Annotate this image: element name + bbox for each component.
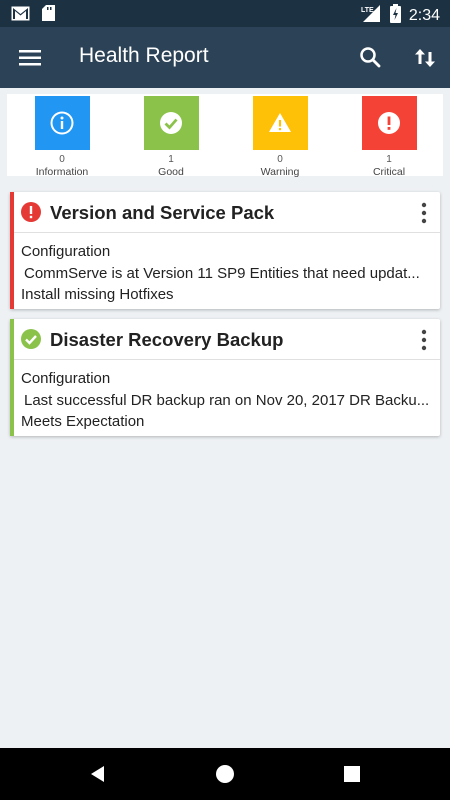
search-icon	[360, 47, 381, 68]
card-body: Configuration CommServe is at Version 11…	[21, 233, 440, 306]
summary-label: Good	[158, 166, 184, 178]
menu-button[interactable]	[17, 44, 45, 72]
more-vert-icon	[421, 202, 427, 224]
status-bar: LTE 2:34	[0, 0, 450, 27]
sort-button[interactable]	[412, 44, 438, 72]
card-detail: CommServe is at Version 11 SP9 Entities …	[24, 264, 420, 282]
summary-label: Information	[35, 166, 89, 178]
health-card[interactable]: Version and Service Pack Configuration C…	[10, 192, 440, 309]
summary-information[interactable]: 0 Information	[26, 96, 98, 178]
home-button[interactable]	[215, 764, 235, 784]
back-button[interactable]	[88, 764, 108, 784]
card-title: Disaster Recovery Backup	[50, 329, 284, 350]
health-summary: 0 Information 1 Good 0 Warning 1 Critica…	[7, 94, 443, 178]
search-button[interactable]	[358, 45, 384, 71]
gmail-icon	[11, 6, 30, 26]
summary-count: 1	[386, 154, 392, 165]
clock: 2:34	[408, 6, 440, 24]
summary-tile	[143, 96, 199, 150]
page-title: Health Report	[79, 44, 209, 67]
summary-tile	[252, 96, 308, 150]
check-icon	[160, 112, 182, 134]
info-icon	[50, 111, 74, 135]
back-triangle-icon	[91, 766, 104, 782]
hamburger-icon	[19, 50, 41, 66]
battery-charging-icon	[389, 3, 401, 28]
sd-card-icon	[42, 5, 55, 26]
app-bar: Health Report	[0, 27, 450, 88]
card-title: Version and Service Pack	[50, 202, 275, 223]
card-category: Configuration	[21, 370, 111, 387]
critical-icon	[378, 112, 400, 134]
critical-icon	[21, 202, 41, 222]
summary-tile	[361, 96, 417, 150]
summary-label: Warning	[260, 166, 300, 178]
system-nav-bar	[0, 748, 450, 800]
card-recommendation: Meets Expectation	[21, 413, 145, 430]
svg-text:LTE: LTE	[361, 7, 374, 14]
summary-good[interactable]: 1 Good	[135, 96, 207, 178]
more-vert-icon	[421, 329, 427, 351]
card-category: Configuration	[21, 243, 111, 260]
home-circle-icon	[216, 765, 234, 783]
card-detail: Last successful DR backup ran on Nov 20,…	[24, 391, 430, 409]
card-header: Disaster Recovery Backup	[14, 319, 440, 360]
more-options-button[interactable]	[418, 201, 430, 225]
card-header: Version and Service Pack	[14, 192, 440, 233]
recents-square-icon	[344, 766, 360, 782]
summary-count: 0	[277, 154, 283, 165]
health-card[interactable]: Disaster Recovery Backup Configuration L…	[10, 319, 440, 436]
sort-arrows-icon	[415, 49, 435, 67]
warning-icon	[269, 113, 291, 132]
recents-button[interactable]	[342, 764, 362, 784]
summary-count: 1	[168, 154, 174, 165]
summary-critical[interactable]: 1 Critical	[353, 96, 425, 178]
lte-signal-icon: LTE	[360, 3, 382, 28]
card-body: Configuration Last successful DR backup …	[21, 360, 440, 433]
card-recommendation: Install missing Hotfixes	[21, 286, 174, 303]
more-options-button[interactable]	[418, 328, 430, 352]
summary-warning[interactable]: 0 Warning	[244, 96, 316, 178]
summary-tile	[34, 96, 90, 150]
summary-label: Critical	[372, 166, 406, 178]
check-icon	[21, 329, 41, 349]
summary-count: 0	[59, 154, 65, 165]
